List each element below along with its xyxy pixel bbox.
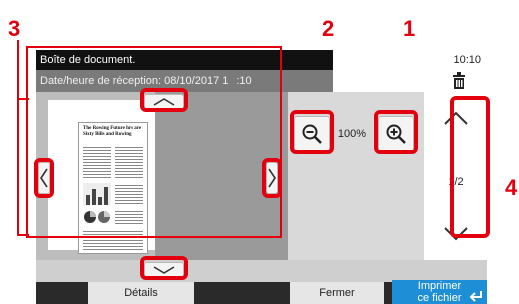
zoom-out-highlight [290, 110, 334, 154]
callout-3-frame [26, 46, 282, 238]
previous-page-highlight [34, 158, 54, 198]
enter-arrow-icon [469, 291, 482, 302]
trash-button[interactable] [333, 70, 487, 92]
next-page-highlight [262, 158, 282, 198]
zoom-level: 100% [337, 128, 367, 140]
callout-1: 1 [403, 16, 416, 41]
callout-3: 3 [8, 16, 21, 41]
print-label-line2: ce fichier [417, 292, 462, 304]
details-button[interactable]: Détails [88, 282, 194, 304]
callout-4: 4 [505, 175, 518, 200]
callout-2: 2 [322, 16, 335, 41]
close-button[interactable]: Fermer [290, 282, 384, 304]
callout-3-leader-bottom [17, 234, 29, 236]
clock: 10:10 [333, 50, 487, 70]
trash-icon [453, 72, 465, 89]
print-label-line1: Imprimer [417, 280, 462, 292]
callout-3-leader [17, 40, 19, 236]
callout-3-leader-top [17, 98, 29, 100]
scroll-down-highlight [140, 256, 188, 280]
scroll-up-highlight [140, 88, 188, 112]
page-nav-highlight [450, 96, 490, 238]
zoom-in-highlight [374, 110, 418, 154]
